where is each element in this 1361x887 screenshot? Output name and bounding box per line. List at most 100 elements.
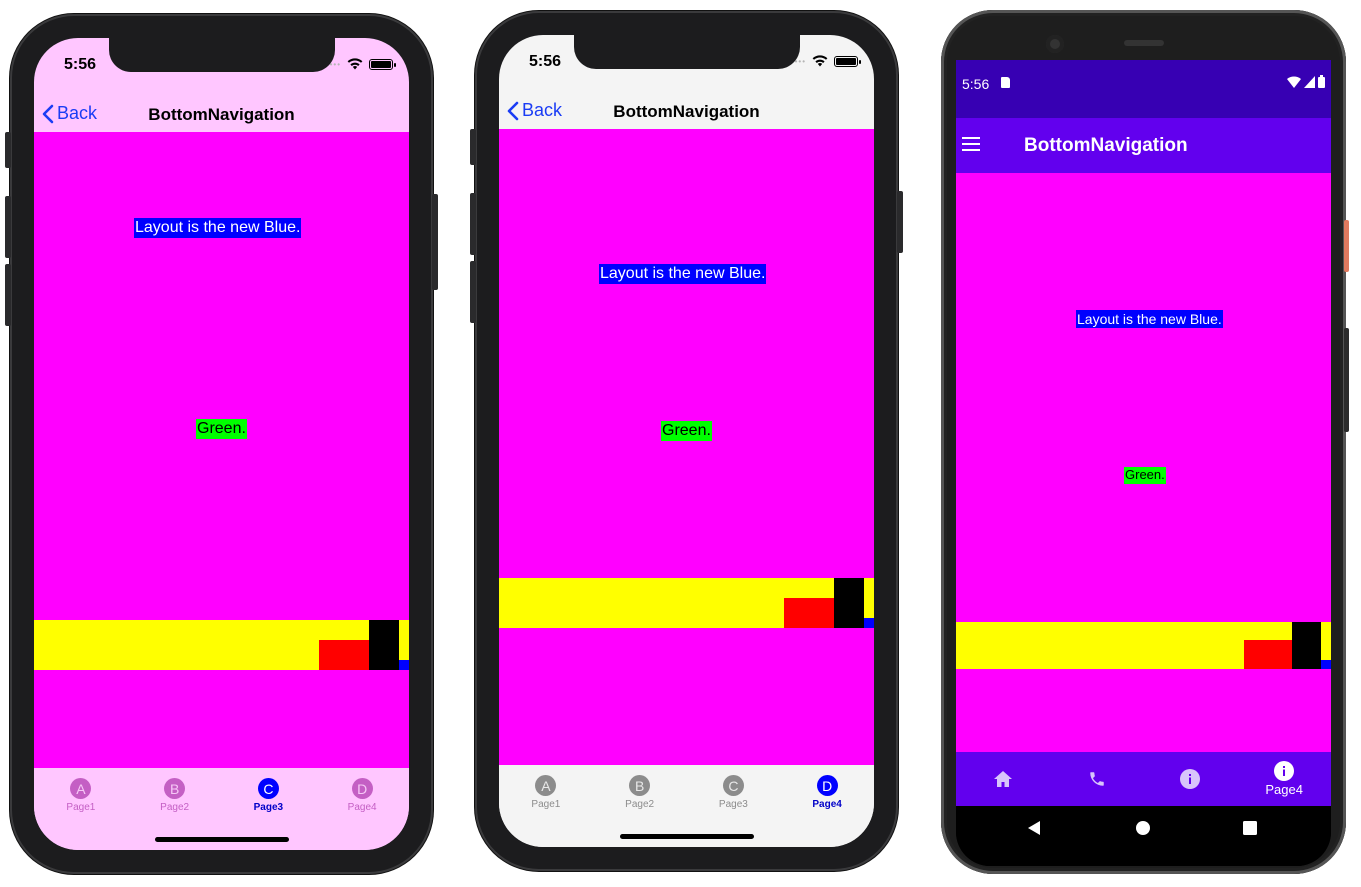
red-block [784, 598, 834, 628]
screen: 5:56 BottomNavigation Layout is the new … [956, 60, 1331, 866]
blue-block [1321, 660, 1331, 669]
tab-page4[interactable]: D Page4 [315, 778, 409, 813]
tab-label: Page4 [1265, 782, 1303, 797]
tab-home[interactable] [956, 752, 1050, 806]
status-time: 5:56 [64, 56, 97, 73]
tab-page1[interactable]: A Page1 [34, 778, 128, 813]
side-button [5, 132, 11, 168]
iphone-frame-1: 5:56 •••• Back BottomNavigation Layout i… [5, 14, 438, 874]
speaker-grille [1124, 40, 1164, 46]
home-indicator[interactable] [154, 837, 289, 842]
tab-bar: A Page1 B Page2 C Page3 D Page4 [499, 765, 874, 847]
android-frame: 5:56 BottomNavigation Layout is the new … [941, 10, 1349, 874]
tab-label: Page2 [625, 799, 655, 810]
status-time: 5:56 [962, 76, 990, 92]
home-circle-icon[interactable] [1135, 820, 1151, 836]
status-icons: •••• [791, 55, 861, 67]
green-label: Green. [1124, 467, 1166, 484]
letter-d-icon: D [816, 775, 838, 796]
volume-down-button [470, 261, 476, 323]
battery-icon [369, 58, 396, 70]
letter-a-icon: A [535, 775, 557, 796]
recents-square-icon[interactable] [1243, 821, 1257, 835]
system-navigation-bar [956, 806, 1331, 866]
letter-b-icon: B [164, 778, 186, 799]
blue-label: Layout is the new Blue. [1076, 310, 1223, 329]
status-bar: 5:56 [956, 60, 1331, 118]
black-block [1292, 622, 1321, 669]
black-block [834, 578, 864, 628]
notch [108, 38, 335, 72]
tab-page3[interactable]: C Page3 [687, 775, 781, 810]
status-time: 5:56 [529, 53, 562, 70]
bottom-navigation: Page4 [956, 752, 1331, 806]
status-icons: •••• [326, 58, 396, 70]
letter-d-icon: D [351, 778, 373, 799]
tab-label: Page2 [160, 802, 190, 813]
tab-label: Page1 [66, 802, 96, 813]
wifi-icon [812, 55, 828, 67]
page-title: BottomNavigation [613, 102, 760, 121]
tab-bar: A Page1 B Page2 C Page3 D Page4 [34, 768, 409, 850]
volume-button [1344, 328, 1349, 432]
blue-label: Layout is the new Blue. [134, 218, 302, 239]
phone-icon [1089, 772, 1104, 786]
info-icon [1180, 769, 1201, 789]
volume-up-button [5, 196, 11, 258]
red-block [1244, 640, 1292, 669]
black-block [369, 620, 399, 670]
power-button [897, 191, 903, 253]
notch [573, 35, 800, 69]
side-button [470, 129, 476, 165]
app-bar: BottomNavigation [956, 118, 1331, 173]
content-area: Layout is the new Blue. Green. [34, 132, 409, 768]
home-icon [993, 771, 1012, 787]
blue-label: Layout is the new Blue. [599, 264, 767, 285]
content-area: Layout is the new Blue. Green. [956, 173, 1331, 752]
tab-page3[interactable]: C Page3 [222, 778, 316, 813]
tab-phone[interactable] [1050, 752, 1144, 806]
tab-page4[interactable]: D Page4 [780, 775, 874, 810]
battery-icon [1318, 75, 1325, 88]
home-indicator[interactable] [619, 834, 754, 839]
tab-info[interactable] [1144, 752, 1238, 806]
red-block [319, 640, 369, 670]
green-label: Green. [196, 419, 247, 440]
tab-label: Page4 [347, 802, 377, 813]
back-triangle-icon[interactable] [1026, 820, 1042, 836]
screen: 5:56 •••• Back BottomNavigation Layout i… [34, 38, 409, 850]
iphone-frame-2: 5:56 •••• Back BottomNavigation Layout i… [470, 11, 903, 871]
navigation-bar: Back BottomNavigation [34, 90, 409, 135]
letter-c-icon: C [257, 778, 279, 799]
tab-page4[interactable]: Page4 [1237, 752, 1331, 806]
signal-icon [1304, 75, 1315, 88]
letter-a-icon: A [70, 778, 92, 799]
page-title: BottomNavigation [1024, 135, 1188, 156]
blue-block [399, 660, 409, 670]
accent-side-button [1344, 220, 1349, 272]
tab-label: Page3 [253, 802, 284, 813]
navigation-bar: Back BottomNavigation [499, 87, 874, 132]
wifi-icon [1287, 75, 1301, 88]
hamburger-menu-icon[interactable] [962, 137, 980, 151]
status-icons [1287, 75, 1325, 88]
battery-icon [834, 55, 861, 67]
content-area: Layout is the new Blue. Green. [499, 129, 874, 765]
page-title: BottomNavigation [148, 105, 295, 124]
power-button [432, 194, 438, 290]
green-label: Green. [661, 421, 712, 442]
letter-c-icon: C [722, 775, 744, 796]
tab-label: Page4 [812, 799, 842, 810]
sd-card-icon [1001, 77, 1010, 88]
tab-page2[interactable]: B Page2 [128, 778, 222, 813]
info-icon [1274, 761, 1295, 781]
tab-label: Page3 [718, 799, 748, 810]
volume-up-button [470, 193, 476, 255]
wifi-icon [347, 58, 363, 70]
tab-page1[interactable]: A Page1 [499, 775, 593, 810]
screen: 5:56 •••• Back BottomNavigation Layout i… [499, 35, 874, 847]
tab-page2[interactable]: B Page2 [593, 775, 687, 810]
blue-block [864, 618, 874, 628]
camera-icon [1046, 35, 1064, 53]
tab-label: Page1 [531, 799, 561, 810]
